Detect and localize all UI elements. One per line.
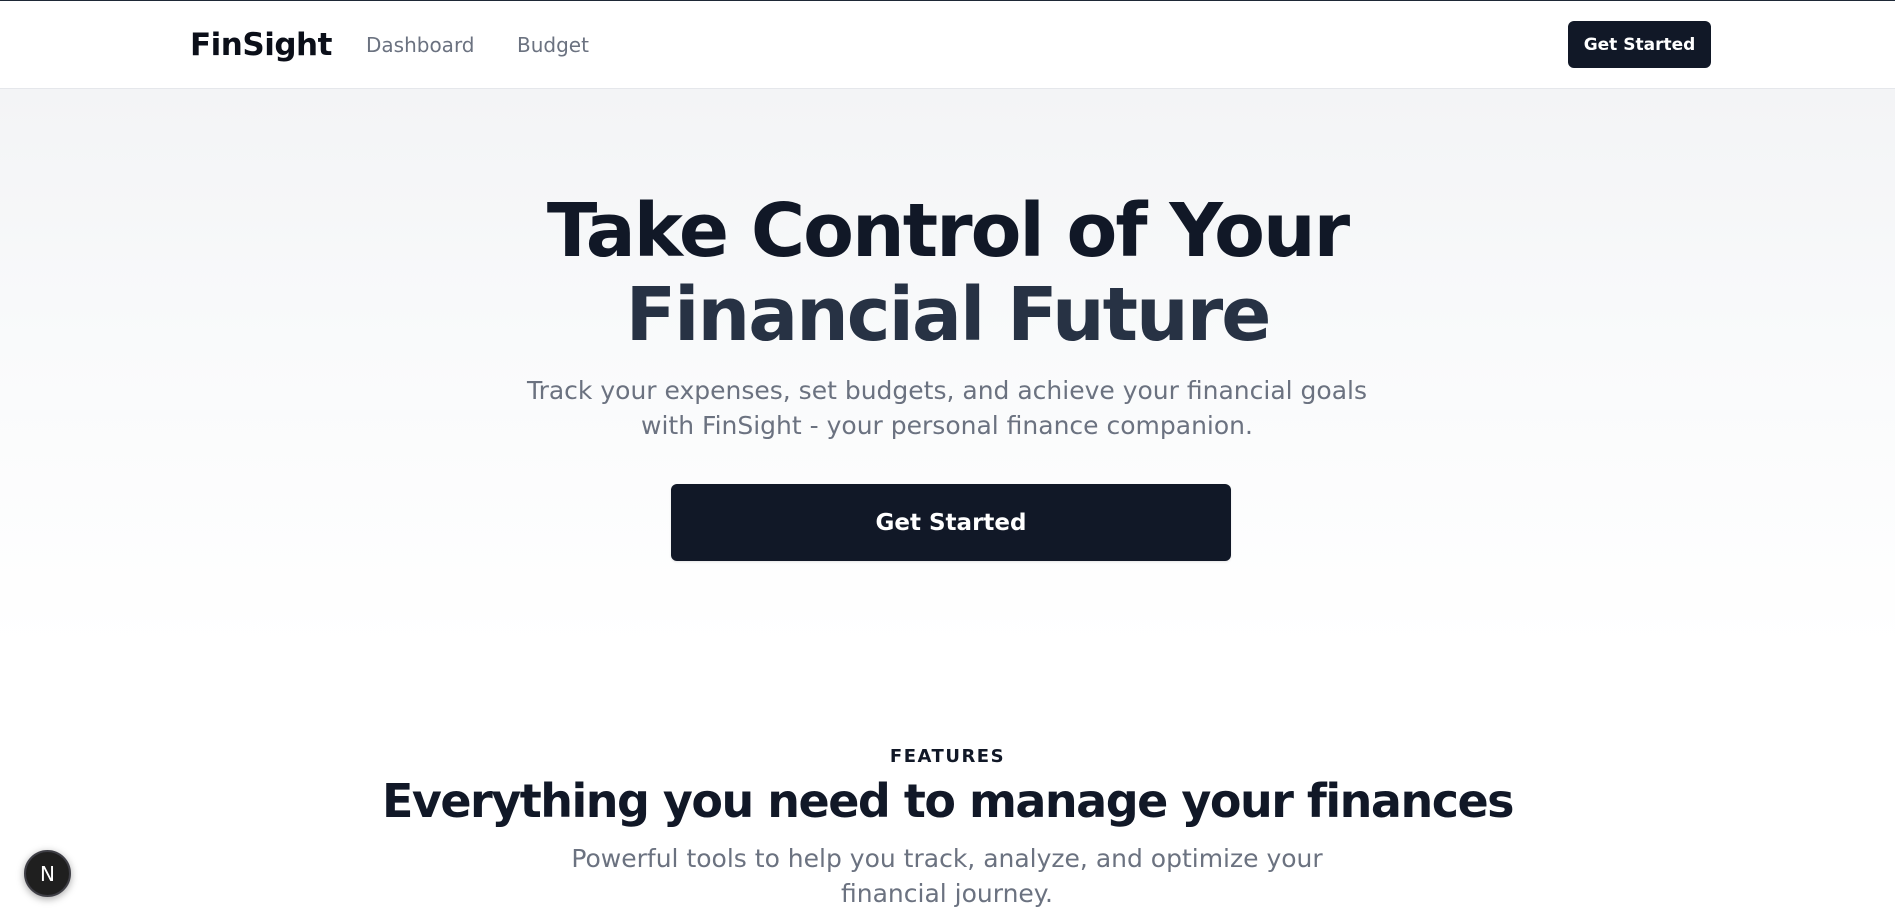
nextjs-devtools-button[interactable]: N [24, 850, 71, 897]
nav-link-dashboard[interactable]: Dashboard [366, 31, 475, 59]
features-eyebrow: FEATURES [889, 746, 1006, 767]
hero-section: Take Control of Your Financial Future Tr… [0, 89, 1895, 649]
top-navigation-bar: FinSight Dashboard Budget Get Started [0, 1, 1895, 89]
hero-subtitle: Track your expenses, set budgets, and ac… [526, 376, 1367, 440]
brand-logo[interactable]: FinSight [190, 25, 332, 65]
nextjs-logo-icon: N [40, 861, 55, 886]
hero-title-line-2: Financial Future [625, 272, 1272, 358]
nav-link-budget[interactable]: Budget [517, 31, 589, 59]
hero-title-line-1: Take Control of Your [546, 188, 1350, 274]
header-get-started-button[interactable]: Get Started [1568, 21, 1711, 68]
features-title: Everything you need to manage your finan… [381, 774, 1515, 828]
features-subtitle: Powerful tools to help you track, analyz… [571, 844, 1323, 908]
hero-get-started-button[interactable]: Get Started [671, 484, 1231, 561]
